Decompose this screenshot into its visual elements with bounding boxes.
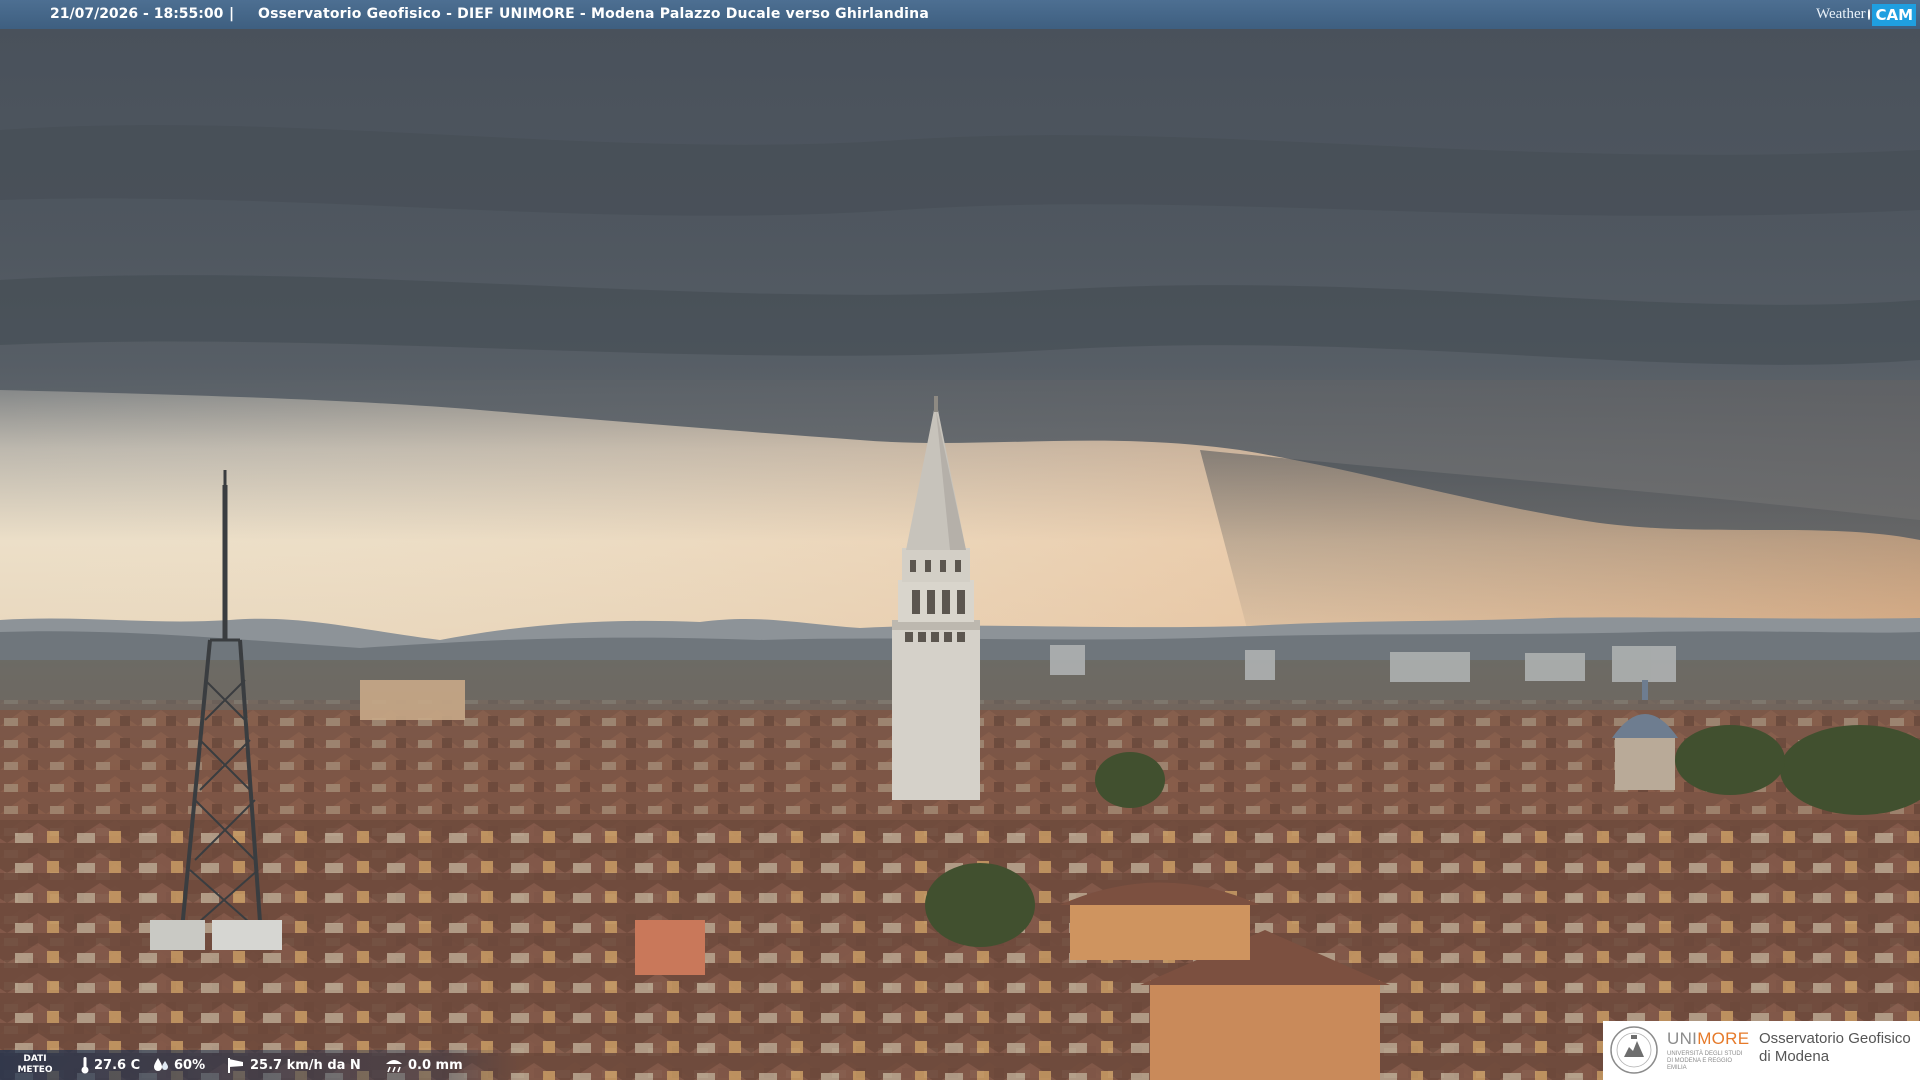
observatory-name: Osservatorio Geofisico di Modena [1759,1030,1919,1066]
observatory-name-line-2: di Modena [1759,1048,1830,1065]
meteo-rain: 0.0 mm [384,1050,463,1080]
meteo-label-line-1: DATI [23,1054,47,1064]
camera-caption: Osservatorio Geofisico - DIEF UNIMORE - … [258,6,929,22]
meteo-data-bar: DATI METEO 27.6 C 60% 25.7 km/h da N 0.0… [0,1050,520,1080]
wind-value: 25.7 km/h da N [250,1057,361,1073]
meteo-temperature: 27.6 C [80,1050,140,1080]
meteo-label: DATI METEO [14,1054,56,1076]
meteo-wind: 25.7 km/h da N [226,1050,361,1080]
university-seal-icon [1610,1026,1658,1074]
caption-bar: 21/07/2026 - 18:55:00 | Osservatorio Geo… [0,0,1920,29]
meteo-label-line-2: METEO [17,1065,53,1075]
weathercam-dot-icon [1867,9,1871,20]
humidity-drops-icon [154,1058,168,1071]
weathercam-weather-text: Weather [1816,6,1866,22]
university-name: UNIMORE [1667,1030,1749,1048]
weathercam-cam-text: CAM [1872,3,1916,26]
observatory-name-line-1: Osservatorio Geofisico [1759,1030,1911,1047]
unimore-logo-box: UNIMORE UNIVERSITÀ DEGLI STUDI DI MODENA… [1603,1021,1920,1080]
caption-separator: | [229,6,235,22]
university-subtitle: UNIVERSITÀ DEGLI STUDI DI MODENA E REGGI… [1667,1051,1743,1071]
temperature-value: 27.6 C [94,1057,141,1073]
meteo-humidity: 60% [152,1050,205,1080]
webcam-scene [0,0,1920,1080]
university-name-accent: MORE [1697,1029,1750,1048]
thermometer-icon [81,1057,89,1074]
rain-gauge-icon [386,1060,402,1073]
timestamp: 21/07/2026 - 18:55:00 [50,6,224,22]
university-name-prefix: UNI [1667,1029,1698,1048]
weathercam-logo: Weather CAM [1816,0,1920,29]
humidity-value: 60% [174,1057,206,1073]
wind-sock-icon [228,1058,243,1073]
rain-value: 0.0 mm [408,1057,463,1073]
